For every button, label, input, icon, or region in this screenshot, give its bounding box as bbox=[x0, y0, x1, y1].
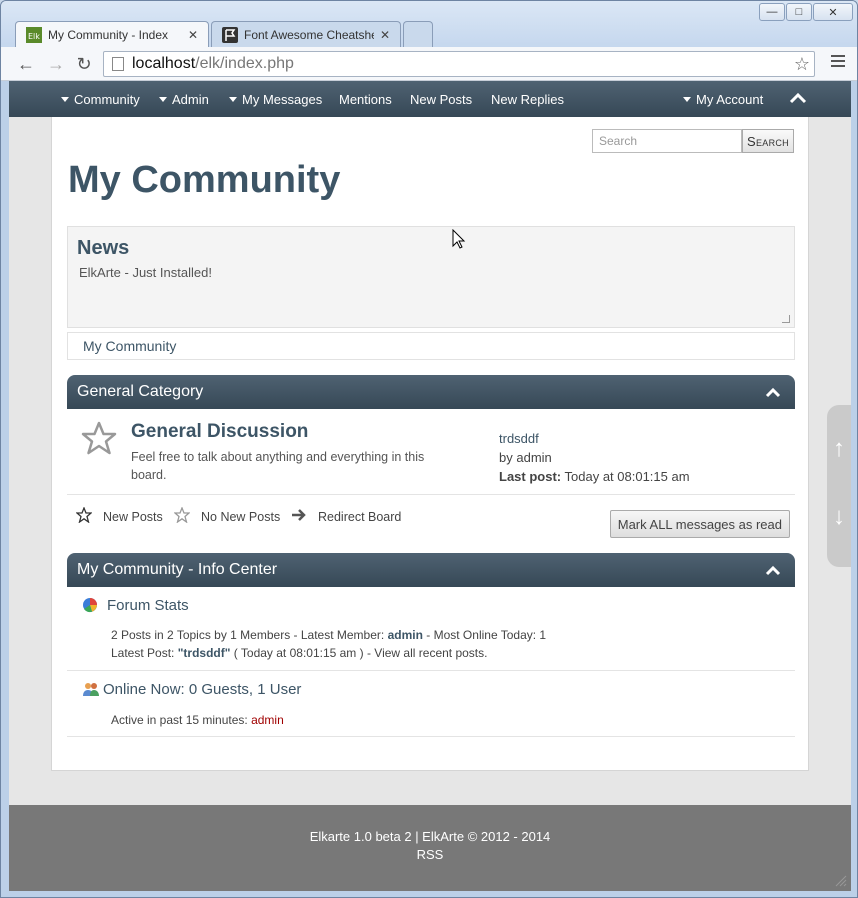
star-outline-icon bbox=[81, 421, 117, 455]
stats-line-1: 2 Posts in 2 Topics by 1 Members - Lates… bbox=[111, 628, 547, 642]
scroll-up-icon[interactable]: ↑ bbox=[831, 435, 847, 463]
online-user-link[interactable]: admin bbox=[251, 713, 284, 727]
flag-favicon-icon bbox=[222, 26, 238, 43]
menu-community[interactable]: Community bbox=[61, 92, 140, 107]
board-row: General Discussion Feel free to talk abo… bbox=[67, 411, 795, 495]
window-resize-grip-icon[interactable] bbox=[835, 875, 847, 887]
maximize-button[interactable]: □ bbox=[786, 3, 812, 21]
main-content: Search Search My Community News ElkArte … bbox=[51, 117, 809, 771]
menu-my-messages[interactable]: My Messages bbox=[229, 92, 322, 107]
latest-member-link[interactable]: admin bbox=[388, 628, 423, 642]
last-post-user[interactable]: admin bbox=[516, 450, 551, 465]
forum-stats-title[interactable]: Forum Stats bbox=[107, 597, 189, 614]
legend-no-new-posts: No New Posts bbox=[201, 510, 281, 524]
online-line: Active in past 15 minutes: admin bbox=[111, 713, 284, 727]
search-input[interactable]: Search bbox=[592, 129, 742, 153]
tab-my-community[interactable]: Elk My Community - Index ✕ bbox=[15, 21, 209, 47]
new-tab-button[interactable] bbox=[403, 21, 433, 47]
close-window-button[interactable]: ✕ bbox=[813, 3, 853, 21]
collapse-header-icon[interactable] bbox=[789, 91, 807, 105]
last-post-topic[interactable]: trdsddf bbox=[499, 429, 690, 448]
bookmark-star-icon[interactable]: ☆ bbox=[794, 54, 810, 75]
resize-grip-icon[interactable] bbox=[782, 315, 790, 323]
online-now-title[interactable]: Online Now: 0 Guests, 1 User bbox=[103, 681, 301, 698]
info-center-title: My Community - Info Center bbox=[77, 561, 278, 578]
menu-mentions[interactable]: Mentions bbox=[339, 92, 392, 107]
browser-window: — □ ✕ Elk My Community - Index ✕ Font Aw… bbox=[0, 0, 858, 898]
reload-icon[interactable]: ↻ bbox=[73, 53, 95, 75]
caret-down-icon bbox=[159, 97, 167, 102]
footer-rss-link[interactable]: RSS bbox=[9, 847, 851, 862]
caret-down-icon bbox=[683, 97, 691, 102]
window-controls: — □ ✕ bbox=[758, 3, 853, 21]
close-tab-icon[interactable]: ✕ bbox=[380, 28, 390, 42]
menu-admin[interactable]: Admin bbox=[159, 92, 209, 107]
legend-redirect-board: Redirect Board bbox=[318, 510, 402, 524]
scroll-widget: ↑ ↓ bbox=[827, 405, 851, 567]
back-arrow-icon[interactable]: ← bbox=[15, 53, 37, 75]
search-button[interactable]: Search bbox=[742, 129, 794, 153]
svg-text:Elk: Elk bbox=[28, 32, 40, 41]
minimize-button[interactable]: — bbox=[759, 3, 785, 21]
breadcrumb-link[interactable]: My Community bbox=[83, 338, 176, 354]
address-bar[interactable]: localhost/elk/index.php ☆ bbox=[103, 51, 815, 77]
page-icon bbox=[112, 57, 124, 71]
pie-chart-icon bbox=[83, 598, 97, 613]
info-center-header: My Community - Info Center bbox=[67, 553, 795, 587]
news-text: ElkArte - Just Installed! bbox=[79, 265, 212, 280]
board-name[interactable]: General Discussion bbox=[131, 421, 308, 443]
main-menu: Community Admin My Messages Mentions New… bbox=[9, 81, 851, 117]
elkarte-favicon-icon: Elk bbox=[26, 26, 42, 43]
stats-line-2: Latest Post: "trdsddf" ( Today at 08:01:… bbox=[111, 646, 488, 660]
star-no-new-icon bbox=[174, 507, 190, 523]
site-title[interactable]: My Community bbox=[68, 159, 340, 202]
title-bar: — □ ✕ Elk My Community - Index ✕ Font Aw… bbox=[1, 1, 857, 47]
close-tab-icon[interactable]: ✕ bbox=[188, 28, 198, 42]
latest-post-link[interactable]: "trdsddf" bbox=[178, 646, 231, 660]
mark-all-read-button[interactable]: Mark ALL messages as read bbox=[609, 510, 790, 538]
legend-new-posts: New Posts bbox=[103, 510, 163, 524]
tab-font-awesome[interactable]: Font Awesome Cheatshee ✕ bbox=[211, 21, 401, 47]
arrow-right-icon bbox=[292, 509, 306, 521]
users-online-icon bbox=[83, 683, 99, 696]
breadcrumb: My Community bbox=[67, 332, 795, 360]
star-new-icon bbox=[76, 507, 92, 523]
category-title[interactable]: General Category bbox=[77, 383, 203, 401]
caret-down-icon bbox=[229, 97, 237, 102]
footer: Elkarte 1.0 beta 2 | ElkArte © 2012 - 20… bbox=[9, 805, 851, 891]
scroll-down-icon[interactable]: ↓ bbox=[831, 503, 847, 531]
collapse-category-icon[interactable] bbox=[765, 386, 781, 398]
caret-down-icon bbox=[61, 97, 69, 102]
board-description: Feel free to talk about anything and eve… bbox=[131, 450, 425, 482]
page-viewport: Community Admin My Messages Mentions New… bbox=[9, 81, 851, 891]
last-post-info: trdsddf by admin Last post: Today at 08:… bbox=[499, 429, 690, 486]
online-section: Online Now: 0 Guests, 1 User Active in p… bbox=[67, 671, 795, 737]
forward-arrow-icon[interactable]: → bbox=[45, 53, 67, 75]
category-header: General Category bbox=[67, 375, 795, 409]
menu-my-account[interactable]: My Account bbox=[683, 92, 763, 107]
forum-stats-section: Forum Stats 2 Posts in 2 Topics by 1 Mem… bbox=[67, 587, 795, 671]
menu-new-replies[interactable]: New Replies bbox=[491, 92, 564, 107]
footer-copyright[interactable]: Elkarte 1.0 beta 2 | ElkArte © 2012 - 20… bbox=[9, 829, 851, 844]
url-host: localhost bbox=[132, 55, 196, 72]
last-post-author: by admin bbox=[499, 450, 552, 465]
tab-title: Font Awesome Cheatshee bbox=[244, 27, 374, 42]
collapse-info-center-icon[interactable] bbox=[765, 564, 781, 576]
news-box: News ElkArte - Just Installed! bbox=[67, 226, 795, 328]
news-title: News bbox=[77, 237, 130, 259]
board-legend: New Posts No New Posts Redirect Board Ma… bbox=[67, 495, 795, 551]
browser-menu-icon[interactable] bbox=[831, 55, 845, 69]
menu-new-posts[interactable]: New Posts bbox=[410, 92, 472, 107]
mouse-cursor-icon bbox=[452, 229, 466, 249]
last-post-time: Last post: Today at 08:01:15 am bbox=[499, 469, 690, 484]
url-path: /elk/index.php bbox=[195, 55, 294, 72]
tab-title: My Community - Index bbox=[48, 27, 169, 42]
browser-toolbar: ← → ↻ localhost/elk/index.php ☆ bbox=[1, 47, 857, 81]
